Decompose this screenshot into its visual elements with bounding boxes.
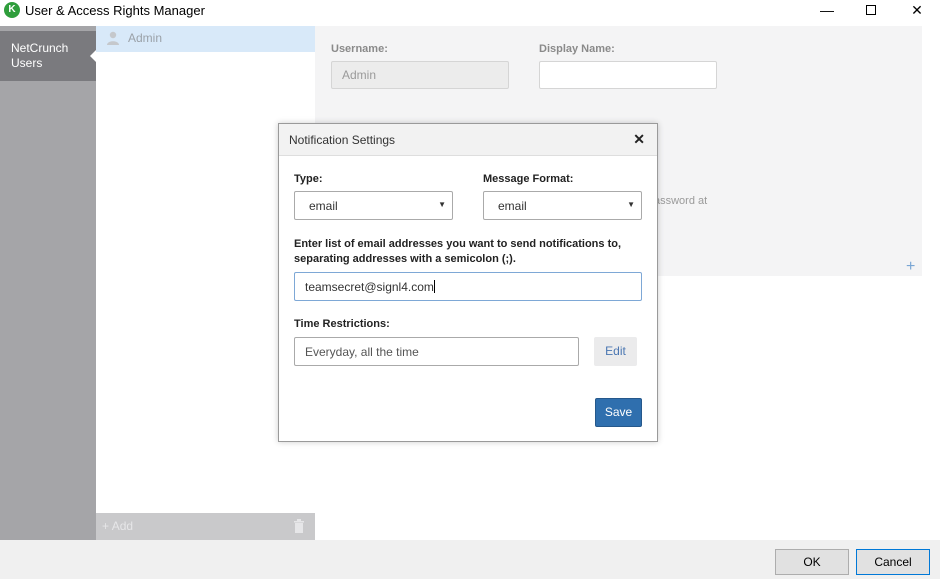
cancel-button[interactable]: Cancel — [856, 549, 930, 575]
time-restrictions-field[interactable]: Everyday, all the time — [294, 337, 579, 366]
add-user-label: Add — [111, 519, 134, 533]
minimize-button[interactable]: — — [804, 0, 850, 22]
title-bar: K User & Access Rights Manager — ✕ — [0, 0, 940, 26]
type-label: Type: — [294, 173, 323, 185]
add-notification-plus-icon[interactable]: + — [906, 258, 915, 276]
maximize-icon — [866, 5, 876, 15]
username-label: Username: — [331, 43, 388, 55]
user-avatar-icon — [107, 31, 119, 45]
netcrunch-logo-icon: K — [4, 2, 20, 18]
nav-item-label-line2: Users — [11, 56, 43, 70]
email-instructions: Enter list of email addresses you want t… — [294, 238, 622, 265]
password-note: assword at — [654, 195, 708, 207]
chevron-down-icon: ▼ — [438, 200, 446, 209]
left-nav: NetCrunch Users — [0, 26, 97, 540]
ok-button[interactable]: OK — [775, 549, 849, 575]
text-cursor — [433, 280, 435, 293]
display-name-field[interactable] — [539, 61, 717, 89]
save-button[interactable]: Save — [595, 398, 642, 427]
edit-time-button[interactable]: Edit — [594, 337, 637, 366]
type-select[interactable]: email ▼ — [294, 191, 453, 220]
dialog-close-icon[interactable]: ✕ — [633, 131, 645, 148]
maximize-button[interactable] — [848, 0, 894, 22]
email-addresses-input[interactable]: teamsecret@signl4.com — [294, 272, 642, 301]
window-footer: OK Cancel — [0, 540, 940, 579]
user-name: Admin — [128, 31, 163, 45]
time-restrictions-label: Time Restrictions: — [294, 318, 390, 330]
message-format-select[interactable]: email ▼ — [483, 191, 642, 220]
dialog-header: Notification Settings ✕ — [279, 124, 657, 156]
notification-settings-dialog: Notification Settings ✕ Type: email ▼ Me… — [278, 123, 658, 442]
close-window-button[interactable]: ✕ — [894, 0, 940, 22]
window-title: User & Access Rights Manager — [25, 3, 205, 18]
nav-item-netcrunch-users[interactable]: NetCrunch Users — [0, 31, 97, 81]
list-item-admin[interactable]: Admin — [96, 26, 315, 52]
message-format-value: email — [498, 199, 527, 213]
plus-icon: + — [102, 519, 110, 533]
add-user-button[interactable]: + Add — [102, 519, 133, 533]
user-list-toolbar: + Add — [96, 513, 315, 540]
chevron-down-icon: ▼ — [627, 200, 635, 209]
type-select-value: email — [309, 199, 338, 213]
message-format-label: Message Format: — [483, 173, 574, 185]
display-name-label: Display Name: — [539, 43, 615, 55]
dialog-title: Notification Settings — [289, 133, 396, 147]
trash-icon[interactable] — [293, 519, 305, 533]
nav-item-label-line1: NetCrunch — [11, 41, 69, 55]
username-field: Admin — [331, 61, 509, 89]
email-addresses-value: teamsecret@signl4.com — [305, 280, 434, 294]
